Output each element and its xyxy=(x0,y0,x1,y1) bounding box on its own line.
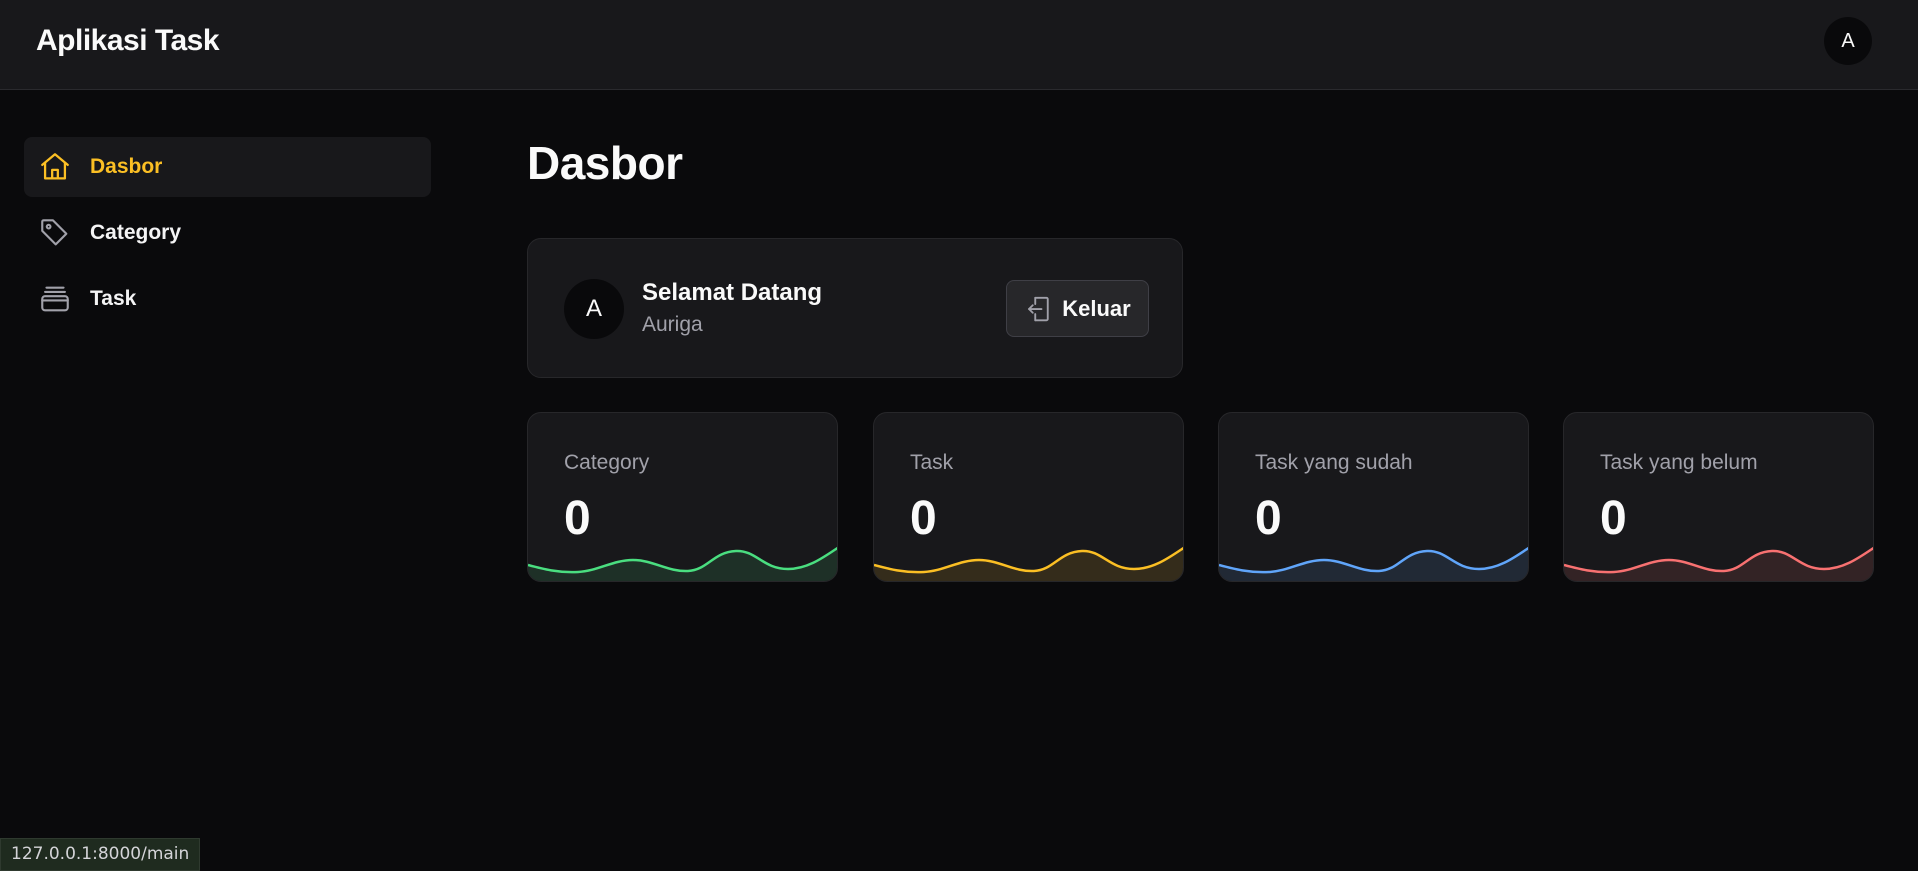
sparkline-wave xyxy=(1219,546,1528,581)
welcome-card: A Selamat Datang Auriga Keluar xyxy=(527,238,1183,378)
archive-icon xyxy=(38,282,72,316)
status-bar-url: 127.0.0.1:8000/main xyxy=(0,838,201,871)
stat-card-task-done: Task yang sudah 0 xyxy=(1218,412,1529,582)
sparkline-wave xyxy=(874,546,1183,581)
stat-label: Task xyxy=(910,451,954,474)
stat-card-task-pending: Task yang belum 0 xyxy=(1563,412,1874,582)
sidebar-item-label: Dasbor xyxy=(90,155,163,178)
tag-icon xyxy=(38,216,72,250)
sparkline-wave xyxy=(1564,546,1873,581)
stat-card-category: Category 0 xyxy=(527,412,838,582)
stat-label: Task yang sudah xyxy=(1255,451,1413,474)
top-navbar: Aplikasi Task A xyxy=(0,0,1918,90)
page-title: Dasbor xyxy=(527,137,683,189)
user-name: Auriga xyxy=(642,313,703,336)
stat-label: Task yang belum xyxy=(1600,451,1758,474)
app-title[interactable]: Aplikasi Task xyxy=(36,24,220,58)
sparkline-wave xyxy=(528,546,837,581)
user-avatar[interactable]: A xyxy=(1824,17,1872,65)
sidebar-item-category[interactable]: Category xyxy=(24,203,431,263)
sidebar: Dasbor Category Task xyxy=(24,137,431,335)
welcome-title: Selamat Datang xyxy=(642,279,823,306)
home-icon xyxy=(38,150,72,184)
logout-label: Keluar xyxy=(1062,295,1131,321)
stat-label: Category xyxy=(564,451,650,474)
sidebar-item-dasbor[interactable]: Dasbor xyxy=(24,137,431,197)
sidebar-item-task[interactable]: Task xyxy=(24,269,431,329)
avatar: A xyxy=(564,279,624,339)
sidebar-item-label: Category xyxy=(90,221,182,244)
sidebar-item-label: Task xyxy=(90,287,137,310)
logout-icon xyxy=(1024,294,1054,324)
logout-button[interactable]: Keluar xyxy=(1006,280,1149,337)
stat-card-task: Task 0 xyxy=(873,412,1184,582)
